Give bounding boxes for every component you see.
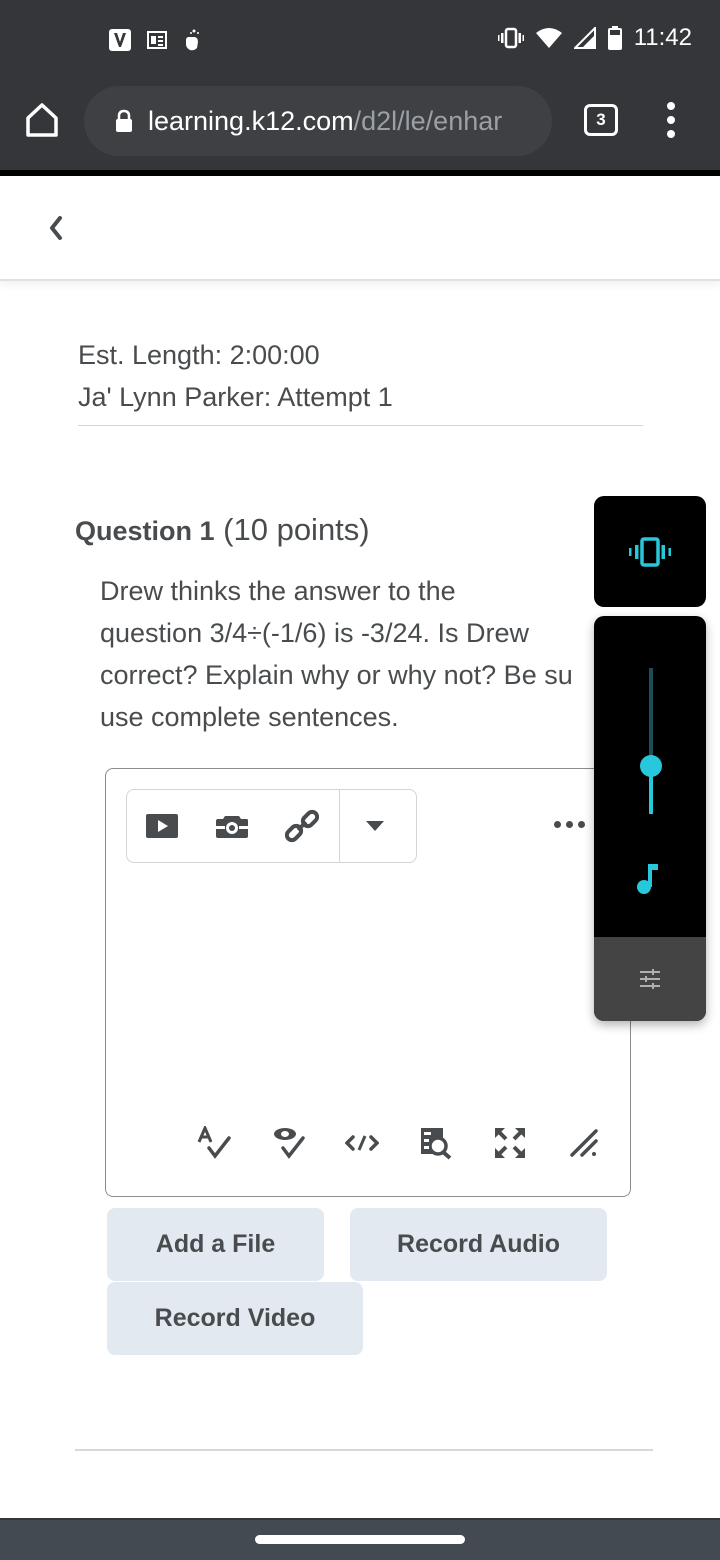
record-video-button[interactable]: Record Video — [107, 1282, 363, 1355]
est-length: Est. Length: 2:00:00 — [78, 340, 320, 370]
lock-icon — [116, 109, 132, 132]
question-label: Question 1 — [75, 516, 215, 546]
attempt-info: Ja' Lynn Parker: Attempt 1 — [78, 382, 393, 412]
divider — [75, 1449, 653, 1451]
media-volume — [594, 616, 706, 1021]
insert-video-button[interactable] — [127, 790, 197, 862]
status-bar: 11:42 — [0, 0, 720, 82]
music-note-icon[interactable] — [634, 860, 664, 896]
question-points: (10 points) — [223, 512, 370, 547]
fullscreen-icon — [495, 1128, 525, 1158]
editor-status-bar — [196, 1125, 602, 1161]
url-host: learning.k12.com — [148, 105, 354, 136]
clock: 11:42 — [633, 24, 692, 51]
answer-editor[interactable] — [105, 768, 631, 1197]
question-text: Drew thinks the answer to the question 3… — [100, 576, 573, 732]
signal-icon — [573, 27, 596, 49]
question-title: Question 1 (10 points) — [75, 512, 370, 548]
link-icon — [285, 809, 319, 843]
url-text[interactable]: learning.k12.com/d2l/le/enhar — [148, 106, 528, 137]
insert-toolbar — [126, 789, 417, 863]
tab-count: 3 — [596, 110, 606, 129]
insert-link-button[interactable] — [267, 790, 337, 862]
tab-switcher-button[interactable]: 3 — [584, 104, 618, 136]
resize-handle[interactable] — [566, 1125, 602, 1161]
browser-toolbar: learning.k12.com/d2l/le/enhar 3 — [0, 82, 720, 170]
divider — [78, 425, 643, 426]
resize-icon — [570, 1129, 598, 1157]
video-icon — [146, 814, 178, 838]
home-icon[interactable] — [24, 102, 60, 138]
quiz-meta: Est. Length: 2:00:00 Ja' Lynn Parker: At… — [78, 334, 393, 418]
more-options-button[interactable] — [554, 821, 585, 828]
sliders-icon — [640, 969, 660, 989]
more-insert-dropdown[interactable] — [340, 790, 410, 862]
page-nav-bar — [0, 176, 720, 281]
record-audio-button[interactable]: Record Audio — [350, 1208, 607, 1281]
vibrate-icon — [629, 536, 671, 567]
accessibility-check-button[interactable] — [270, 1125, 306, 1161]
news-icon — [147, 31, 167, 49]
volume-slider-thumb[interactable] — [640, 754, 662, 777]
caret-down-icon — [366, 821, 384, 831]
source-code-button[interactable] — [344, 1125, 380, 1161]
camera-icon — [216, 816, 248, 838]
preview-button[interactable] — [418, 1125, 454, 1161]
back-chevron-icon[interactable] — [44, 212, 68, 244]
fullscreen-button[interactable] — [492, 1125, 528, 1161]
add-file-button[interactable]: Add a File — [107, 1208, 324, 1281]
browser-menu-button[interactable] — [664, 102, 678, 138]
spellcheck-button[interactable] — [196, 1125, 232, 1161]
spellcheck-icon — [197, 1126, 231, 1159]
home-gesture-handle[interactable] — [255, 1535, 465, 1544]
url-path: /d2l/le/enhar — [353, 105, 503, 136]
address-bar[interactable]: learning.k12.com/d2l/le/enhar — [84, 86, 552, 156]
system-nav-bar — [0, 1518, 720, 1560]
code-icon — [345, 1135, 379, 1151]
eye-check-icon — [274, 1128, 305, 1159]
preview-search-icon — [421, 1128, 452, 1160]
volume-settings-button[interactable] — [594, 937, 706, 1021]
volume-panel — [594, 496, 706, 1021]
vibrate-icon — [497, 27, 524, 49]
vpn-v-icon — [109, 29, 131, 51]
battery-icon — [607, 26, 622, 50]
wifi-icon — [535, 28, 562, 48]
ringer-mode-button[interactable] — [594, 496, 706, 607]
hand-sparkle-icon — [186, 29, 199, 51]
insert-image-button[interactable] — [197, 790, 267, 862]
